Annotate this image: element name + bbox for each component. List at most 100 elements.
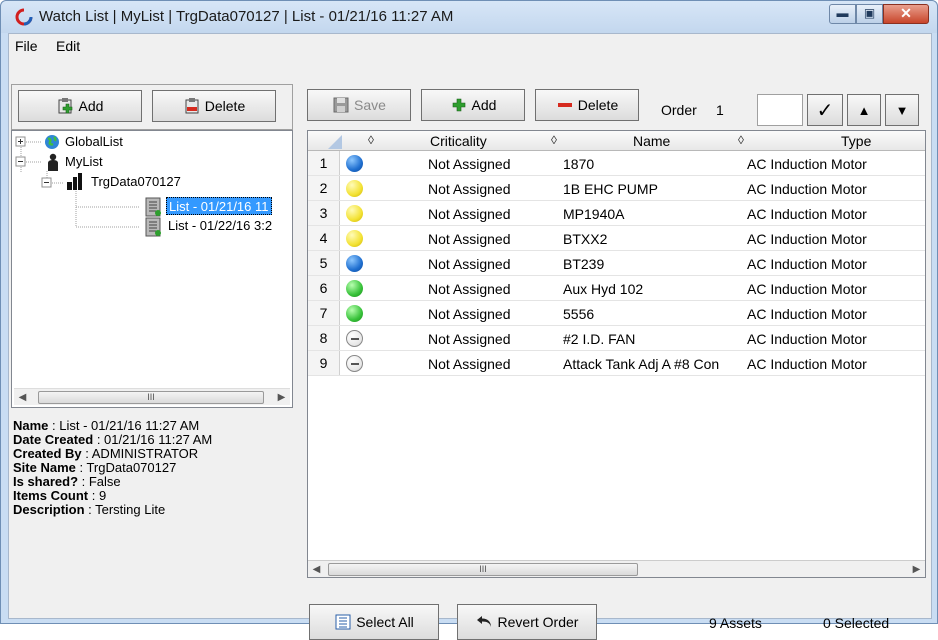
sort-icon[interactable]: ◊ <box>738 133 744 147</box>
cell-type: AC Induction Motor <box>747 181 867 197</box>
client-area: File Edit Add Delete GlobalList MyList T… <box>8 33 932 640</box>
row-number: 2 <box>308 176 340 200</box>
app-logo-icon <box>15 8 33 26</box>
select-all-button[interactable]: Select All <box>309 604 439 640</box>
status-blue-icon <box>346 155 363 172</box>
scroll-thumb[interactable]: III <box>328 563 638 576</box>
list-doc-icon <box>145 217 161 237</box>
list-icon <box>335 614 351 630</box>
minimize-icon: ▬ <box>836 6 849 20</box>
grid-header: ◊ Criticality ◊ Name ◊ Type <box>308 131 925 151</box>
row-number: 9 <box>308 351 340 375</box>
status-green-icon <box>346 280 363 297</box>
delete-asset-label: Delete <box>577 97 619 113</box>
cell-criticality: Not Assigned <box>428 156 511 172</box>
delete-asset-button[interactable]: Delete <box>535 89 639 121</box>
tree-add-button[interactable]: Add <box>18 90 142 122</box>
revert-order-button[interactable]: Revert Order <box>457 604 597 640</box>
status-yellow-icon <box>346 180 363 197</box>
delete-list-icon <box>185 98 199 114</box>
column-criticality[interactable]: Criticality <box>430 133 487 149</box>
maximize-button[interactable]: ▣ <box>856 4 883 24</box>
table-row[interactable]: 1 Not Assigned 1870 AC Induction Motor <box>308 151 925 176</box>
prop-date-created: Date Created : 01/21/16 11:27 AM <box>13 432 213 447</box>
order-input[interactable] <box>757 94 803 126</box>
save-label: Save <box>354 97 386 113</box>
cell-criticality: Not Assigned <box>428 231 511 247</box>
watch-list-window: Watch List | MyList | TrgData070127 | Li… <box>0 0 938 640</box>
minus-icon <box>557 103 572 107</box>
cell-name: 1870 <box>563 156 595 172</box>
add-asset-button[interactable]: Add <box>421 89 525 121</box>
tree-delete-button[interactable]: Delete <box>152 90 276 122</box>
row-number: 1 <box>308 151 340 175</box>
scroll-right-icon[interactable]: ▶ <box>908 561 925 577</box>
table-row[interactable]: 6 Not Assigned Aux Hyd 102 AC Induction Mot… <box>308 276 925 301</box>
grid-horizontal-scrollbar[interactable]: ◀ III ▶ <box>308 560 925 577</box>
cell-type: AC Induction Motor <box>747 156 867 172</box>
list-properties: Name : List - 01/21/16 11:27 AM Date Cre… <box>13 419 293 517</box>
table-row[interactable]: 2 Not Assigned 1B EHC PUMP AC Induction Mot… <box>308 176 925 201</box>
cell-criticality: Not Assigned <box>428 331 511 347</box>
scroll-left-icon[interactable]: ◀ <box>308 561 325 577</box>
status-none-icon <box>346 330 363 347</box>
status-none-icon <box>346 355 363 372</box>
add-list-icon <box>58 98 72 114</box>
select-all-label: Select All <box>356 614 414 630</box>
table-row[interactable]: 3 Not Assigned MP1940A AC Induction Motor <box>308 201 925 226</box>
close-icon: ✕ <box>900 5 912 21</box>
cell-name: MP1940A <box>563 206 625 222</box>
sort-icon[interactable]: ◊ <box>551 133 557 147</box>
row-number: 8 <box>308 326 340 350</box>
table-row[interactable]: 5 Not Assigned BT239 AC Induction Motor <box>308 251 925 276</box>
cell-name: 5556 <box>563 306 595 322</box>
cell-type: AC Induction Motor <box>747 206 867 222</box>
select-all-corner-icon[interactable] <box>326 133 342 149</box>
column-name[interactable]: Name <box>633 133 670 149</box>
prop-description: Description : Tersting Lite <box>13 502 166 517</box>
cell-name: 1B EHC PUMP <box>563 181 658 197</box>
assets-grid[interactable]: ◊ Criticality ◊ Name ◊ Type 1 Not Assigne… <box>307 130 926 578</box>
tree-node-trgdata[interactable]: TrgData070127 <box>91 173 181 191</box>
row-number: 4 <box>308 226 340 250</box>
selected-count: 0 Selected <box>823 615 890 631</box>
tree-node-list-0122[interactable]: List - 01/22/16 3:2 <box>168 217 272 235</box>
scroll-left-icon[interactable]: ◀ <box>14 389 31 406</box>
cell-type: AC Induction Motor <box>747 281 867 297</box>
scroll-thumb[interactable]: III <box>38 391 264 404</box>
cell-criticality: Not Assigned <box>428 206 511 222</box>
table-row[interactable]: 4 Not Assigned BTXX2 AC Induction Motor <box>308 226 925 251</box>
sort-icon[interactable]: ◊ <box>368 133 374 147</box>
minimize-button[interactable]: ▬ <box>829 4 856 24</box>
prop-created-by: Created By : ADMINISTRATOR <box>13 446 199 461</box>
column-type[interactable]: Type <box>841 133 871 149</box>
cell-criticality: Not Assigned <box>428 181 511 197</box>
scroll-right-icon[interactable]: ▶ <box>273 389 290 406</box>
title-bar[interactable]: Watch List | MyList | TrgData070127 | Li… <box>1 1 937 33</box>
watch-list-tree[interactable]: GlobalList MyList TrgData070127 List - 0… <box>11 130 293 408</box>
menu-bar: File Edit <box>9 34 931 58</box>
cell-type: AC Induction Motor <box>747 256 867 272</box>
user-icon <box>48 153 58 171</box>
cell-name: Attack Tank Adj A #8 Con <box>563 356 720 372</box>
menu-file[interactable]: File <box>15 38 38 54</box>
prop-items-count: Items Count : 9 <box>13 488 107 503</box>
tree-node-globallist[interactable]: GlobalList <box>65 133 123 151</box>
move-up-button[interactable]: ▲ <box>847 94 881 126</box>
save-button[interactable]: Save <box>307 89 411 121</box>
close-button[interactable]: ✕ <box>883 4 929 24</box>
move-down-button[interactable]: ▼ <box>885 94 919 126</box>
table-row[interactable]: 8 Not Assigned #2 I.D. FAN AC Induction Mot… <box>308 326 925 351</box>
grid-footer: Select All Revert Order 9 Assets 0 Selec… <box>307 586 927 640</box>
table-row[interactable]: 9 Not Assigned Attack Tank Adj A #8 Con AC … <box>308 351 925 376</box>
row-number: 5 <box>308 251 340 275</box>
plus-icon <box>452 98 465 112</box>
tree-node-mylist[interactable]: MyList <box>65 153 103 171</box>
tree-horizontal-scrollbar[interactable]: ◀ III ▶ <box>14 388 290 405</box>
cell-criticality: Not Assigned <box>428 256 511 272</box>
confirm-order-button[interactable]: ✓ <box>807 94 843 126</box>
status-green-icon <box>346 305 363 322</box>
tree-node-list-0121[interactable]: List - 01/21/16 11 <box>166 197 272 215</box>
table-row[interactable]: 7 Not Assigned 5556 AC Induction Motor <box>308 301 925 326</box>
menu-edit[interactable]: Edit <box>56 38 80 54</box>
